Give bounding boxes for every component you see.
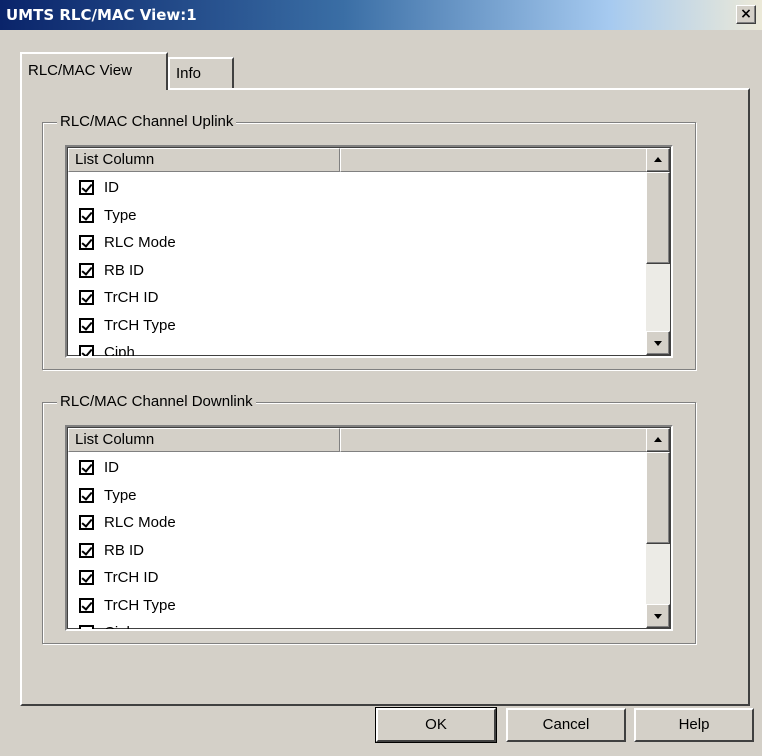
ok-button[interactable]: OK [375, 707, 497, 743]
checkbox[interactable] [79, 570, 94, 585]
list-item[interactable]: TrCH Type [68, 592, 651, 620]
title-bar[interactable]: UMTS RLC/MAC View:1 × [0, 0, 762, 30]
cancel-button[interactable]: Cancel [506, 708, 626, 742]
column-header-blank[interactable] [340, 148, 651, 172]
checkbox[interactable] [79, 180, 94, 195]
list-item-label: TrCH Type [104, 596, 176, 614]
tab-label: Info [176, 65, 202, 82]
list-header: List Column [68, 428, 651, 452]
scroll-down-button[interactable] [646, 331, 670, 355]
list-item-label: Type [104, 486, 137, 504]
list-item[interactable]: ID [68, 174, 651, 202]
tab-rlc-mac-view[interactable]: RLC/MAC View [20, 52, 168, 90]
uplink-group: RLC/MAC Channel Uplink List Column ID Ty… [42, 113, 696, 370]
tab-label: RLC/MAC View [28, 62, 132, 79]
scroll-thumb[interactable] [646, 452, 670, 544]
scroll-up-button[interactable] [646, 428, 670, 452]
scroll-thumb[interactable] [646, 172, 670, 264]
tab-info[interactable]: Info [168, 57, 234, 89]
list-item[interactable]: Type [68, 482, 651, 510]
checkbox[interactable] [79, 460, 94, 475]
checkbox[interactable] [79, 487, 94, 503]
column-header-list-column[interactable]: List Column [68, 428, 340, 452]
checkbox[interactable] [79, 317, 94, 333]
group-label: RLC/MAC Channel Uplink [57, 113, 237, 131]
list-rows: ID Type RLC Mode RB ID TrCH ID TrCH Type… [68, 174, 651, 358]
vertical-scrollbar[interactable] [646, 148, 670, 355]
list-item[interactable]: TrCH ID [68, 564, 651, 592]
list-rows: ID Type RLC Mode RB ID TrCH ID TrCH Type… [68, 454, 651, 629]
checkbox[interactable] [79, 290, 94, 305]
checkbox[interactable] [79, 262, 94, 278]
list-item-label: Ciph [104, 619, 135, 629]
help-button[interactable]: Help [634, 708, 754, 742]
checkbox[interactable] [79, 345, 94, 356]
list-item-label: ID [104, 179, 119, 196]
checkbox[interactable] [79, 625, 94, 629]
down-arrow-icon [654, 341, 662, 346]
group-label: RLC/MAC Channel Downlink [57, 393, 256, 411]
checkbox[interactable] [79, 515, 94, 530]
list-item-label: Ciph [104, 344, 135, 358]
column-header-blank[interactable] [340, 428, 651, 452]
list-item-label: RB ID [104, 261, 145, 279]
list-item[interactable]: Ciph [68, 339, 651, 358]
dialog-window: UMTS RLC/MAC View:1 × RLC/MAC View Info … [0, 0, 762, 756]
scroll-down-button[interactable] [646, 604, 670, 628]
list-item[interactable]: TrCH Type [68, 312, 651, 340]
checkbox[interactable] [79, 542, 94, 558]
list-item[interactable]: ID [68, 454, 651, 482]
window-title: UMTS RLC/MAC View:1 [6, 6, 197, 24]
list-item[interactable]: RLC Mode [68, 229, 651, 257]
up-arrow-icon [654, 157, 662, 162]
uplink-column-list[interactable]: List Column ID Type RLC Mode RB ID TrCH … [65, 145, 673, 358]
list-item[interactable]: Ciph [68, 619, 651, 629]
up-arrow-icon [654, 437, 662, 442]
column-header-list-column[interactable]: List Column [68, 148, 340, 172]
list-item-label: TrCH ID [104, 289, 159, 306]
close-icon: × [740, 6, 752, 22]
list-item[interactable]: Type [68, 202, 651, 230]
downlink-group: RLC/MAC Channel Downlink List Column ID … [42, 393, 696, 644]
list-item-label: RLC Mode [104, 514, 176, 531]
list-item-label: RLC Mode [104, 234, 176, 251]
list-item-label: TrCH Type [104, 316, 176, 334]
list-item-label: ID [104, 459, 119, 476]
scroll-up-button[interactable] [646, 148, 670, 172]
list-item[interactable]: RB ID [68, 537, 651, 565]
vertical-scrollbar[interactable] [646, 428, 670, 628]
checkbox[interactable] [79, 207, 94, 223]
checkbox[interactable] [79, 235, 94, 250]
list-item-label: RB ID [104, 541, 145, 559]
list-item-label: TrCH ID [104, 569, 159, 586]
down-arrow-icon [654, 614, 662, 619]
list-header: List Column [68, 148, 651, 172]
close-button[interactable]: × [736, 5, 756, 24]
list-item[interactable]: TrCH ID [68, 284, 651, 312]
list-item-label: Type [104, 206, 137, 224]
list-item[interactable]: RB ID [68, 257, 651, 285]
downlink-column-list[interactable]: List Column ID Type RLC Mode RB ID TrCH … [65, 425, 673, 631]
checkbox[interactable] [79, 597, 94, 613]
list-item[interactable]: RLC Mode [68, 509, 651, 537]
